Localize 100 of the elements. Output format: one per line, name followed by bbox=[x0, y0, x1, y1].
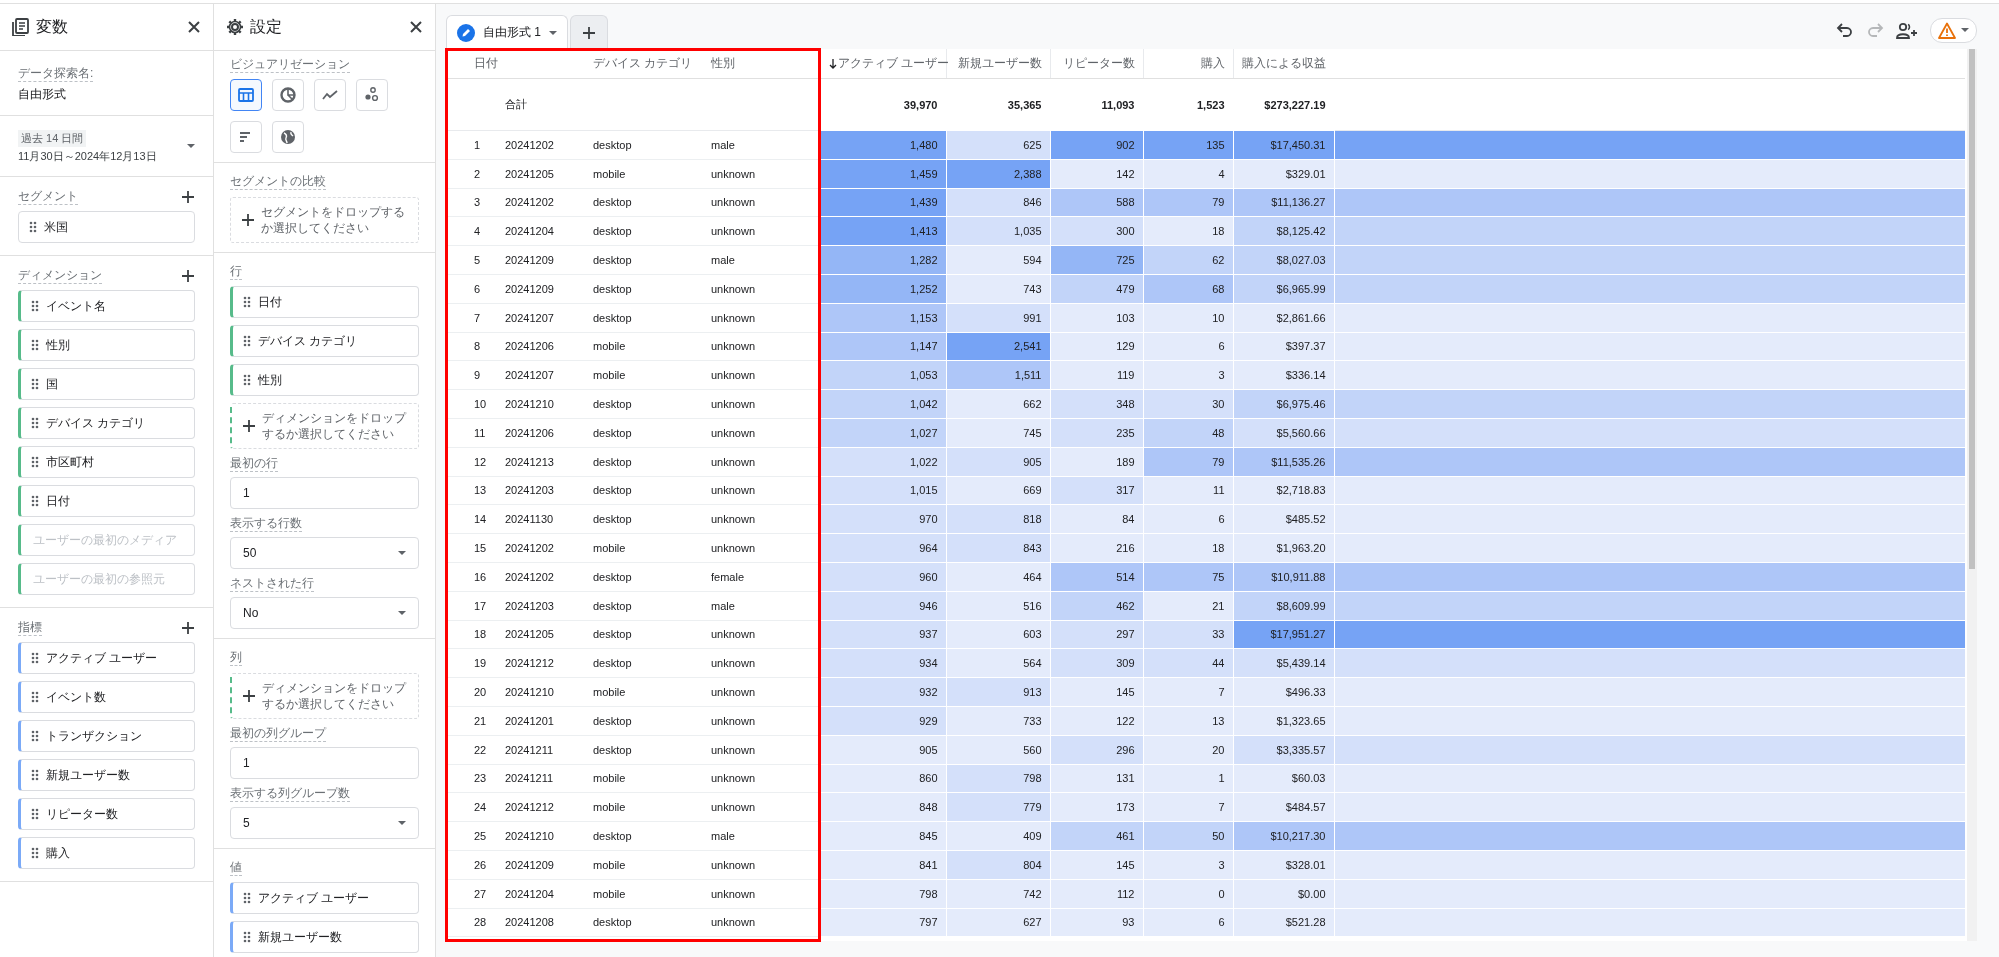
undo-icon[interactable] bbox=[1836, 21, 1854, 39]
metric-chip[interactable]: アクティブ ユーザー bbox=[230, 882, 419, 914]
add-tab-button[interactable] bbox=[570, 15, 608, 49]
row-number: 23 bbox=[446, 764, 498, 793]
dimension-chip[interactable]: 性別 bbox=[18, 329, 195, 361]
table-cell: 929 bbox=[820, 706, 946, 736]
column-header[interactable]: 購入による収益 bbox=[1233, 49, 1334, 79]
table-cell: 7 bbox=[1143, 792, 1233, 822]
table-cell: 0 bbox=[1143, 879, 1233, 908]
dimension-chip[interactable]: 市区町村 bbox=[18, 446, 195, 478]
table-cell: unknown bbox=[708, 908, 820, 937]
table-cell: 145 bbox=[1050, 677, 1143, 707]
table-cell: 1,053 bbox=[820, 360, 946, 390]
table-cell: 20241204 bbox=[498, 879, 590, 908]
table-cell: unknown bbox=[708, 418, 820, 448]
metric-chip[interactable]: 新規ユーザー数 bbox=[18, 759, 195, 791]
table-cell: 564 bbox=[946, 648, 1050, 678]
column-header[interactable]: 購入 bbox=[1143, 49, 1233, 79]
dimension-chip[interactable]: デバイス カテゴリ bbox=[18, 407, 195, 439]
metric-chip[interactable]: リピーター数 bbox=[18, 798, 195, 830]
row-number: 9 bbox=[446, 360, 498, 390]
drag-handle-icon bbox=[31, 339, 39, 351]
column-header[interactable]: リピーター数 bbox=[1050, 49, 1143, 79]
add-icon[interactable] bbox=[181, 621, 195, 635]
warning-menu-button[interactable] bbox=[1930, 17, 1977, 43]
dropdown[interactable]: 5 bbox=[230, 807, 419, 839]
table-cell: desktop bbox=[590, 562, 708, 592]
dimension-chip[interactable]: 日付 bbox=[230, 286, 419, 318]
tab[interactable]: 自由形式 1 bbox=[446, 15, 568, 49]
close-icon[interactable] bbox=[409, 20, 423, 34]
table-cell: 848 bbox=[820, 792, 946, 822]
row-number: 19 bbox=[446, 648, 498, 678]
date-range-picker[interactable]: 過去 14 日間 11月30日～2024年12月13日 bbox=[18, 128, 195, 164]
table-cell: 20241212 bbox=[498, 792, 590, 822]
dimension-chip[interactable]: イベント名 bbox=[18, 290, 195, 322]
table-cell: 934 bbox=[820, 648, 946, 678]
table-cell: mobile bbox=[590, 677, 708, 707]
drop-zone[interactable]: ディメンションをドロップするか選択してください bbox=[230, 403, 419, 449]
table-cell: $8,027.03 bbox=[1233, 245, 1334, 275]
table-cell: 20241209 bbox=[498, 245, 590, 275]
number-field[interactable]: 1 bbox=[230, 477, 419, 509]
total-label: 合計 bbox=[498, 78, 820, 131]
column-header[interactable]: 性別 bbox=[708, 49, 820, 79]
dimension-chip[interactable]: デバイス カテゴリ bbox=[230, 325, 419, 357]
column-header[interactable]: デバイス カテゴリ bbox=[590, 49, 708, 79]
add-icon[interactable] bbox=[181, 269, 195, 283]
visualization-button[interactable] bbox=[230, 79, 262, 111]
drop-zone[interactable]: ディメンションをドロップするか選択してください bbox=[230, 673, 419, 719]
dimension-chip[interactable]: 性別 bbox=[230, 364, 419, 396]
table-cell: 1,035 bbox=[946, 216, 1050, 246]
table-cell: $5,560.66 bbox=[1233, 418, 1334, 448]
table-cell: 131 bbox=[1050, 764, 1143, 793]
table-cell: unknown bbox=[708, 159, 820, 189]
scrollbar[interactable] bbox=[1967, 49, 1977, 941]
add-person-icon[interactable] bbox=[1896, 21, 1918, 39]
column-header[interactable]: 新規ユーザー数 bbox=[946, 49, 1050, 79]
table-cell: 818 bbox=[946, 504, 1050, 534]
table-cell: 1,027 bbox=[820, 418, 946, 448]
table-cell: 18 bbox=[1143, 216, 1233, 246]
drag-handle-icon bbox=[31, 847, 39, 859]
drop-zone[interactable]: セグメントをドロップするか選択してください bbox=[230, 197, 419, 243]
table-cell: 20241211 bbox=[498, 764, 590, 793]
table-cell: unknown bbox=[708, 648, 820, 678]
dimension-chip[interactable]: 国 bbox=[18, 368, 195, 400]
scrollbar-thumb[interactable] bbox=[1969, 49, 1975, 569]
dimension-chip[interactable]: 日付 bbox=[18, 485, 195, 517]
close-icon[interactable] bbox=[187, 20, 201, 34]
metric-chip[interactable]: 新規ユーザー数 bbox=[230, 921, 419, 953]
add-icon bbox=[582, 25, 596, 40]
metric-chip[interactable]: トランザクション bbox=[18, 720, 195, 752]
number-field[interactable]: 1 bbox=[230, 747, 419, 779]
table-cell: unknown bbox=[708, 879, 820, 908]
column-header[interactable]: 日付 bbox=[446, 49, 590, 79]
segment-chip[interactable]: 米国 bbox=[18, 211, 195, 243]
table-cell: 300 bbox=[1050, 216, 1143, 246]
caret-icon bbox=[398, 821, 406, 825]
dropdown[interactable]: 50 bbox=[230, 537, 419, 569]
drag-handle-icon bbox=[243, 374, 251, 386]
table-cell: desktop bbox=[590, 216, 708, 246]
drag-handle-icon bbox=[31, 769, 39, 781]
panel-title: 変数 bbox=[36, 16, 68, 37]
table-cell: 7 bbox=[1143, 677, 1233, 707]
table-cell: 20241202 bbox=[498, 130, 590, 160]
metric-chip[interactable]: 購入 bbox=[18, 837, 195, 869]
table-cell: 93 bbox=[1050, 908, 1143, 937]
metric-chip[interactable]: アクティブ ユーザー bbox=[18, 642, 195, 674]
scatter-chart-icon bbox=[363, 86, 381, 104]
add-icon[interactable] bbox=[181, 190, 195, 204]
row-number: 4 bbox=[446, 216, 498, 246]
metric-chip[interactable]: イベント数 bbox=[18, 681, 195, 713]
table-cell: $17,450.31 bbox=[1233, 130, 1334, 160]
dropdown[interactable]: No bbox=[230, 597, 419, 629]
table-cell: $397.37 bbox=[1233, 332, 1334, 361]
table-cell: 2,388 bbox=[946, 159, 1050, 189]
table-cell: 189 bbox=[1050, 447, 1143, 477]
row-number: 27 bbox=[446, 879, 498, 908]
table-cell: 20241202 bbox=[498, 562, 590, 592]
column-header[interactable]: アクティブ ユーザー bbox=[820, 49, 946, 79]
table-cell: male bbox=[708, 130, 820, 160]
caret-icon bbox=[1961, 28, 1969, 32]
